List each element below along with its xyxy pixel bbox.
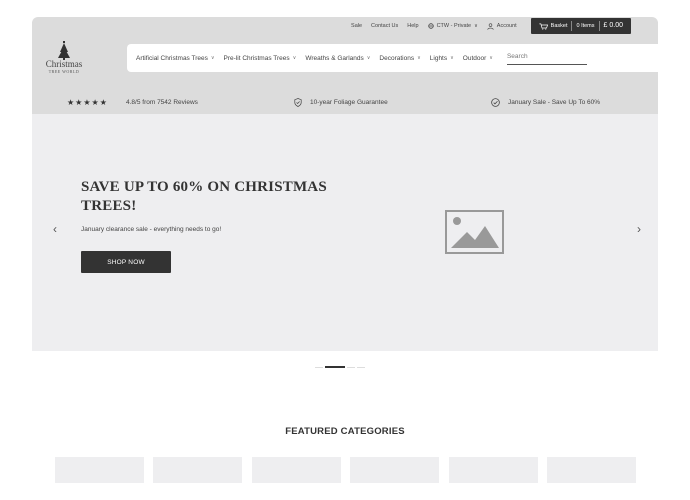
featured-categories-row — [55, 457, 636, 483]
basket-button[interactable]: Basket 0 Items £ 0.00 — [530, 18, 631, 34]
guarantee-text: 10-year Foliage Guarantee — [310, 98, 388, 106]
carousel-dot[interactable] — [357, 366, 365, 368]
site-logo[interactable]: Christmas TREE WORLD — [40, 41, 88, 81]
category-card[interactable] — [153, 457, 243, 483]
account-link[interactable]: Account — [487, 22, 517, 30]
carousel-pagination — [315, 366, 367, 368]
user-icon — [487, 22, 494, 30]
rating-stars: ★★★★★ — [67, 97, 108, 107]
search-input[interactable]: Search — [506, 51, 587, 65]
site-wrapper: Sale Contact Us Help CTW - Private ∨ Acc… — [32, 17, 658, 114]
hero-subtitle: January clearance sale - everything need… — [81, 226, 222, 233]
chevron-down-icon: ∨ — [474, 23, 478, 29]
basket-total: £ 0.00 — [598, 21, 627, 31]
chevron-down-icon: ∨ — [417, 55, 421, 61]
basket-item-count: 0 Items — [571, 21, 598, 31]
guarantee-usp: 10-year Foliage Guarantee — [294, 97, 388, 107]
chevron-down-icon: ∨ — [292, 55, 297, 61]
nav-outdoor[interactable]: Outdoor ∨ — [463, 55, 493, 62]
reviews-text: 4.8/5 from 7542 Reviews — [126, 98, 198, 106]
basket-label-group: Basket — [535, 21, 572, 31]
carousel-prev-button[interactable]: ‹ — [49, 222, 61, 236]
region-label: CTW - Private — [436, 23, 472, 29]
site-header: Sale Contact Us Help CTW - Private ∨ Acc… — [32, 17, 658, 114]
sale-link[interactable]: Sale — [351, 23, 362, 29]
image-placeholder-icon — [445, 210, 504, 254]
logo-subtitle: TREE WORLD — [48, 69, 80, 74]
contact-link-label: Contact Us — [371, 23, 399, 29]
help-link[interactable]: Help — [407, 23, 418, 29]
carousel-dot-active[interactable] — [325, 366, 345, 368]
basket-label: Basket — [550, 23, 568, 29]
contact-link[interactable]: Contact Us — [371, 23, 398, 29]
chevron-down-icon: ∨ — [210, 55, 215, 61]
usp-bar: ★★★★★ 4.8/5 from 7542 Reviews 10-year Fo… — [32, 94, 658, 110]
carousel-dot[interactable] — [347, 366, 355, 368]
account-label: Account — [496, 23, 517, 29]
category-card[interactable] — [448, 457, 538, 483]
chevron-down-icon: ∨ — [489, 55, 493, 61]
sale-usp: January Sale - Save Up To 60% — [491, 97, 601, 107]
category-card[interactable] — [350, 457, 440, 483]
image-placeholder-graphic — [451, 217, 499, 248]
main-nav: Artificial Christmas Trees ∨ Pre-lit Chri… — [127, 44, 658, 72]
region-selector[interactable]: CTW - Private ∨ — [427, 23, 478, 29]
nav-label: Decorations — [379, 54, 415, 62]
help-link-label: Help — [407, 23, 419, 29]
chevron-down-icon: ∨ — [366, 55, 371, 61]
globe-icon — [427, 23, 434, 29]
chevron-down-icon: ∨ — [450, 55, 454, 61]
shop-now-button[interactable]: SHOP NOW — [81, 251, 171, 273]
hero-title: SAVE UP TO 60% ON CHRISTMAS TREES! — [81, 179, 327, 214]
category-card[interactable] — [546, 457, 636, 483]
nav-artificial-trees[interactable]: Artificial Christmas Trees ∨ — [136, 55, 215, 62]
nav-decorations[interactable]: Decorations ∨ — [379, 55, 420, 62]
category-card[interactable] — [251, 457, 341, 483]
basket-icon — [539, 23, 548, 30]
check-circle-icon — [491, 97, 500, 107]
nav-lights[interactable]: Lights ∨ — [430, 55, 454, 62]
top-bar: Sale Contact Us Help CTW - Private ∨ Acc… — [342, 17, 631, 35]
nav-label: Lights — [429, 54, 448, 62]
nav-label: Pre-lit Christmas Trees — [223, 54, 290, 62]
featured-categories-title: FEATURED CATEGORIES — [285, 426, 405, 437]
nav-label: Outdoor — [462, 54, 487, 62]
sale-link-label: Sale — [351, 23, 363, 29]
carousel-dot[interactable] — [315, 366, 323, 368]
nav-label: Artificial Christmas Trees — [136, 54, 208, 62]
category-card[interactable] — [55, 457, 144, 483]
carousel-next-button[interactable]: › — [633, 222, 645, 236]
shield-check-icon — [294, 97, 302, 107]
nav-prelit-trees[interactable]: Pre-lit Christmas Trees ∨ — [224, 55, 297, 62]
nav-wreaths-garlands[interactable]: Wreaths & Garlands ∨ — [305, 55, 370, 62]
hero-carousel: ‹ SAVE UP TO 60% ON CHRISTMAS TREES! Jan… — [32, 114, 658, 351]
sale-text: January Sale - Save Up To 60% — [508, 98, 601, 106]
logo-brand: Christmas — [45, 59, 83, 69]
nav-label: Wreaths & Garlands — [305, 54, 364, 62]
tree-logo-icon — [58, 41, 70, 60]
